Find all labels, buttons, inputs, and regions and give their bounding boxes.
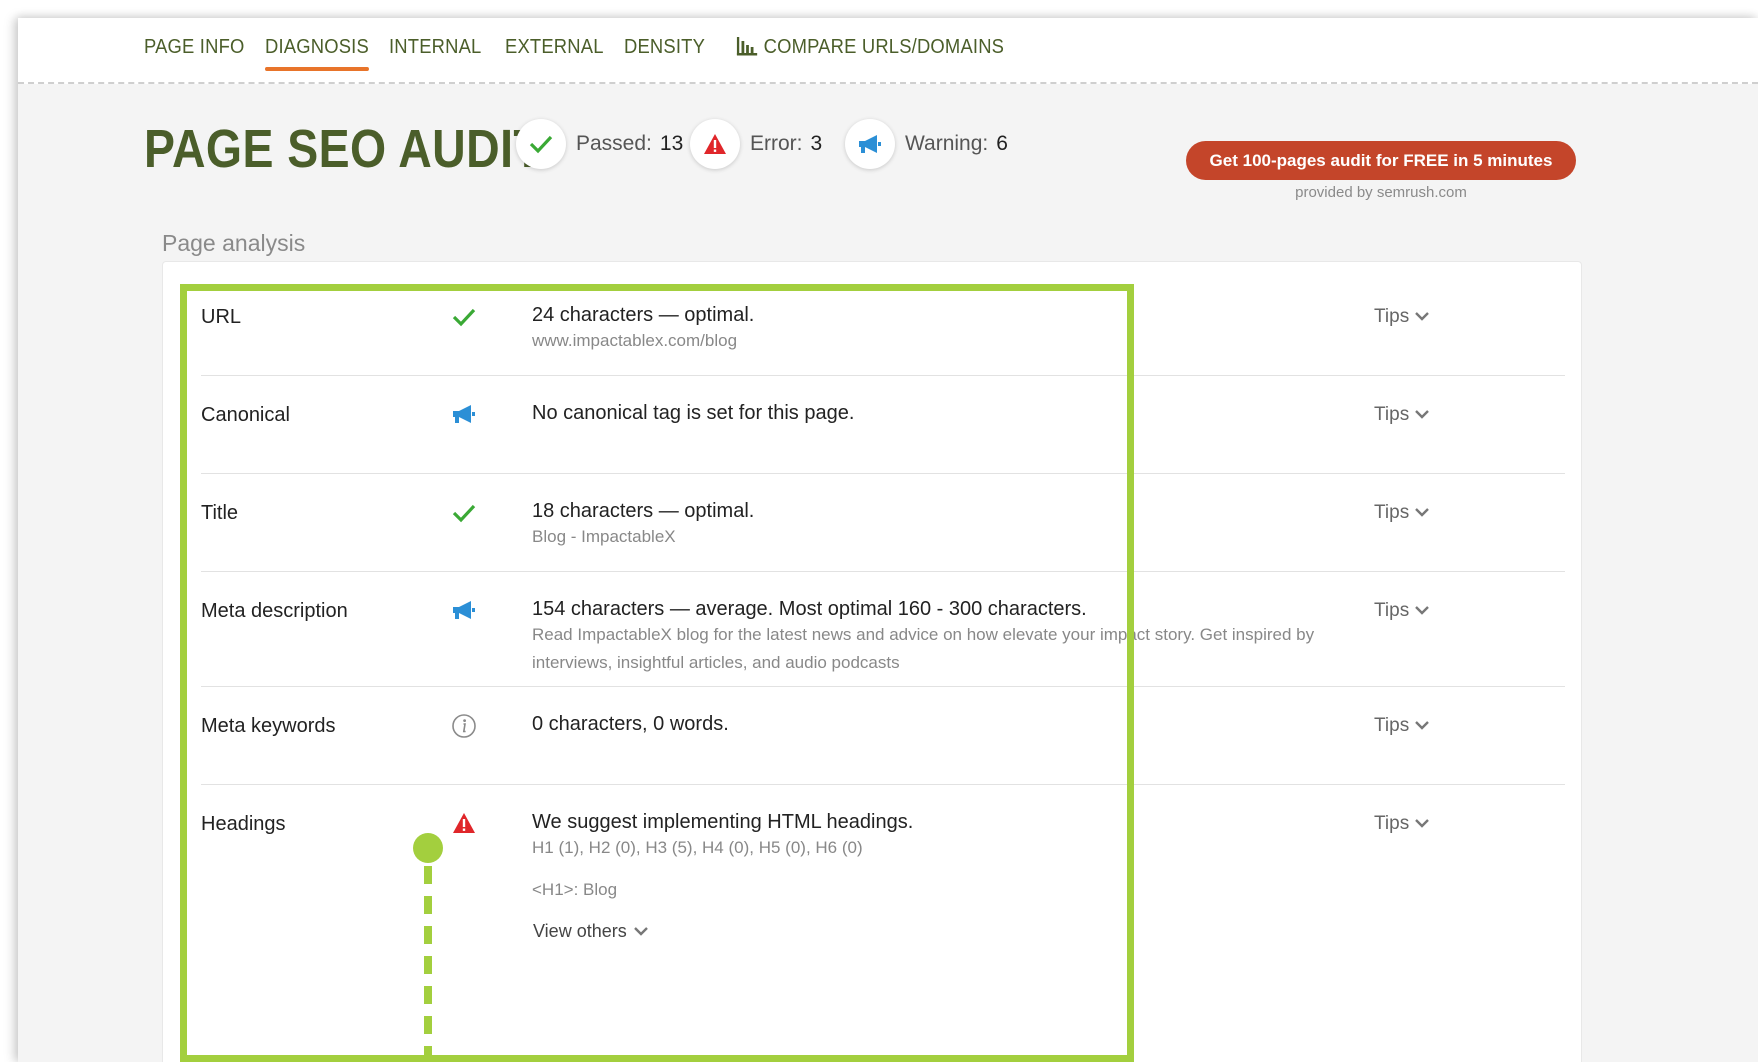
- annotation-dot: [413, 833, 443, 863]
- row-label: Headings: [201, 813, 286, 835]
- chevron-down-icon: [1415, 410, 1430, 419]
- row-main-text: We suggest implementing HTML headings.: [532, 811, 914, 833]
- passed-stat: Passed: 13: [516, 118, 683, 170]
- row-label: Meta description: [201, 600, 348, 622]
- provided-by-text: provided by semrush.com: [1295, 184, 1467, 201]
- tips-label: Tips: [1374, 715, 1410, 736]
- error-badge: [690, 119, 740, 169]
- view-others-label: View others: [533, 921, 627, 941]
- top-nav: PAGE INFO DIAGNOSIS INTERNAL EXTERNAL DE…: [18, 18, 1758, 84]
- megaphone-icon: [451, 597, 477, 623]
- info-icon: [451, 713, 477, 739]
- page-title: PAGE SEO AUDIT: [144, 119, 543, 179]
- free-audit-button[interactable]: Get 100-pages audit for FREE in 5 minute…: [1186, 141, 1576, 180]
- row-main-text: 18 characters — optimal.: [532, 500, 755, 522]
- h1-value-text: <H1>: Blog: [532, 880, 618, 899]
- tab-compare-label: COMPARE URLS/DOMAINS: [763, 36, 1005, 58]
- row-main-text: No canonical tag is set for this page.: [532, 402, 855, 424]
- row-title: Title 18 characters — optimal. Blog - Im…: [201, 474, 1565, 572]
- annotation-dashed-line: [424, 866, 432, 1062]
- browser-frame: PAGE INFO DIAGNOSIS INTERNAL EXTERNAL DE…: [18, 18, 1758, 1062]
- tips-label: Tips: [1374, 813, 1410, 834]
- chevron-down-icon: [1415, 721, 1430, 730]
- passed-badge: [516, 119, 566, 169]
- view-others-toggle[interactable]: View others: [533, 921, 648, 942]
- bar-chart-icon: [736, 37, 758, 56]
- tab-compare-urls[interactable]: COMPARE URLS/DOMAINS: [736, 36, 1004, 66]
- row-canonical: Canonical No canonical tag is set for th…: [201, 376, 1565, 474]
- tips-label: Tips: [1374, 404, 1410, 425]
- error-icon: [704, 134, 726, 154]
- row-sub-text: www.impactablex.com/blog: [532, 331, 738, 350]
- warning-count: 6: [996, 132, 1008, 155]
- row-label: URL: [201, 306, 242, 328]
- row-headings: Headings We suggest implementing HTML he…: [201, 785, 1565, 975]
- tips-toggle[interactable]: Tips: [1374, 715, 1430, 737]
- tips-toggle[interactable]: Tips: [1374, 404, 1430, 426]
- tips-label: Tips: [1374, 502, 1410, 523]
- warning-stat: Warning: 6: [845, 118, 1008, 170]
- tips-toggle[interactable]: Tips: [1374, 813, 1430, 835]
- row-label: Title: [201, 502, 239, 524]
- tab-page-info[interactable]: PAGE INFO: [144, 36, 244, 66]
- check-icon: [529, 135, 553, 154]
- row-meta-keywords: Meta keywords 0 characters, 0 words. Tip…: [201, 687, 1565, 785]
- row-main-text: 154 characters — average. Most optimal 1…: [532, 598, 1087, 620]
- error-label: Error:: [750, 132, 803, 155]
- row-url: URL 24 characters — optimal. www.impacta…: [201, 262, 1565, 376]
- chevron-down-icon: [1415, 819, 1430, 828]
- megaphone-icon: [451, 401, 477, 427]
- row-main-text: 24 characters — optimal.: [532, 304, 755, 326]
- tips-toggle[interactable]: Tips: [1374, 502, 1430, 524]
- chevron-down-icon: [1415, 312, 1430, 321]
- row-sub-text: Read ImpactableX blog for the latest new…: [532, 625, 1315, 672]
- error-icon: [451, 810, 477, 836]
- error-count: 3: [810, 132, 823, 155]
- passed-label: Passed:: [576, 132, 652, 155]
- chevron-down-icon: [1415, 508, 1430, 517]
- tips-toggle[interactable]: Tips: [1374, 306, 1430, 328]
- warning-label: Warning:: [905, 132, 989, 155]
- tips-toggle[interactable]: Tips: [1374, 600, 1430, 622]
- tab-density[interactable]: DENSITY: [624, 36, 705, 66]
- tips-label: Tips: [1374, 600, 1410, 621]
- check-icon: [451, 500, 477, 526]
- error-stat: Error: 3: [690, 118, 822, 170]
- row-sub-text: H1 (1), H2 (0), H3 (5), H4 (0), H5 (0), …: [532, 838, 863, 857]
- row-label: Meta keywords: [201, 715, 336, 737]
- check-icon: [451, 304, 477, 330]
- row-label: Canonical: [201, 404, 290, 426]
- chevron-down-icon: [1415, 606, 1430, 615]
- analysis-panel: URL 24 characters — optimal. www.impacta…: [162, 261, 1582, 1062]
- section-title: Page analysis: [162, 230, 306, 256]
- row-main-text: 0 characters, 0 words.: [532, 713, 729, 735]
- row-meta-description: Meta description 154 characters — averag…: [201, 572, 1565, 687]
- tab-internal[interactable]: INTERNAL: [389, 36, 481, 66]
- tab-diagnosis[interactable]: DIAGNOSIS: [265, 36, 369, 71]
- tab-external[interactable]: EXTERNAL: [505, 36, 604, 66]
- chevron-down-icon: [633, 927, 648, 936]
- warning-badge: [845, 119, 895, 169]
- megaphone-icon: [859, 135, 881, 153]
- tips-label: Tips: [1374, 306, 1410, 327]
- row-sub-text: Blog - ImpactableX: [532, 527, 676, 546]
- passed-count: 13: [659, 132, 684, 155]
